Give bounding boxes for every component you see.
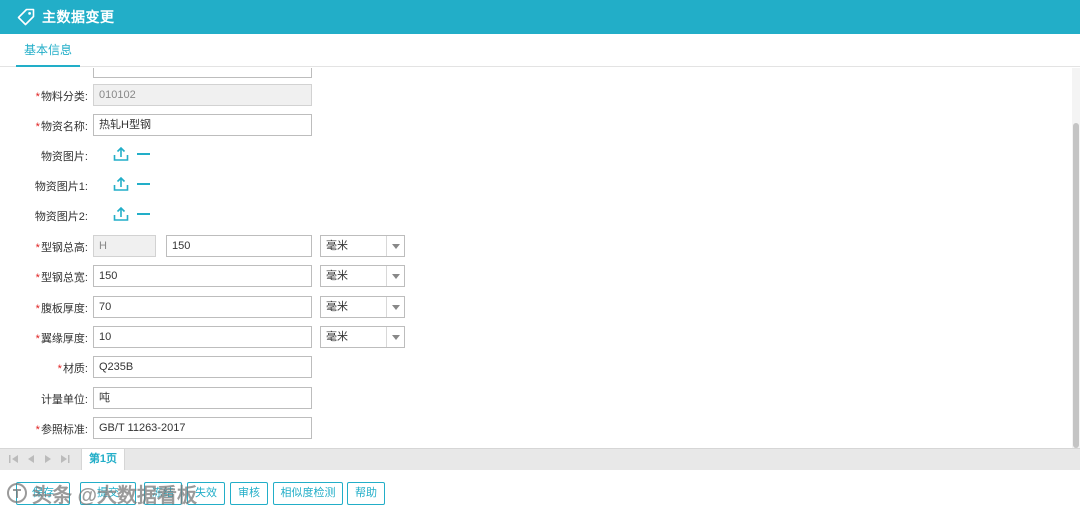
field-row-name: *物资名称: 热轧H型钢 <box>0 114 520 136</box>
required-mark: * <box>35 303 40 315</box>
required-mark: * <box>57 363 62 375</box>
reference-standard-field[interactable]: GB/T 11263-2017 <box>93 417 312 439</box>
unit-select-value: 毫米 <box>326 240 348 252</box>
unit-select-value: 毫米 <box>326 331 348 343</box>
scrolled-field[interactable] <box>93 68 312 78</box>
unit-select-value: 毫米 <box>326 301 348 313</box>
flange-thickness-field[interactable]: 10 <box>93 326 312 348</box>
last-page-icon[interactable] <box>59 453 71 465</box>
action-bar: 保存 提交 冻结 失效 审核 相似度检测 帮助 头条 @大数据看板 <box>0 470 1080 515</box>
field-row-image2: 物资图片2: <box>0 204 520 226</box>
field-row-web-thickness: *腹板厚度: 70 毫米 <box>0 296 520 318</box>
field-label: 腹板厚度: <box>40 303 88 315</box>
field-label: 翼缘厚度: <box>40 333 88 345</box>
measure-unit-field[interactable]: 吨 <box>93 387 312 409</box>
height-prefix-field: H <box>93 235 156 257</box>
next-page-icon[interactable] <box>42 453 54 465</box>
field-row-material-grade: *材质: Q235B <box>0 356 520 378</box>
field-label: 材质: <box>62 363 88 375</box>
field-row-total-height: *型钢总高: H 150 毫米 <box>0 235 520 257</box>
unit-select[interactable]: 毫米 <box>320 326 405 348</box>
unit-select[interactable]: 毫米 <box>320 235 405 257</box>
material-name-field[interactable]: 热轧H型钢 <box>93 114 312 136</box>
form-content: *物料分类: 010102 *物资名称: 热轧H型钢 物资图片: 物资图片1: … <box>0 68 1072 448</box>
help-button[interactable]: 帮助 <box>347 482 385 505</box>
tab-basic-info[interactable]: 基本信息 <box>16 34 81 67</box>
unit-select[interactable]: 毫米 <box>320 296 405 318</box>
field-label: 型钢总宽: <box>40 272 88 284</box>
remove-icon[interactable] <box>136 176 151 192</box>
field-label: 型钢总高: <box>40 242 88 254</box>
page-tab-1[interactable]: 第1页 <box>81 449 125 470</box>
unit-select-value: 毫米 <box>326 270 348 282</box>
page-title: 主数据变更 <box>42 9 115 25</box>
upload-icon[interactable] <box>113 176 129 192</box>
chevron-down-icon[interactable] <box>386 236 404 256</box>
required-mark: * <box>35 91 40 103</box>
field-row-flange-thickness: *翼缘厚度: 10 毫米 <box>0 326 520 348</box>
category-field: 010102 <box>93 84 312 106</box>
freeze-button[interactable]: 冻结 <box>144 482 182 505</box>
required-mark: * <box>35 272 40 284</box>
tag-icon <box>16 7 36 27</box>
chevron-down-icon[interactable] <box>386 297 404 317</box>
unit-select[interactable]: 毫米 <box>320 265 405 287</box>
invalidate-button[interactable]: 失效 <box>187 482 225 505</box>
remove-icon[interactable] <box>136 146 151 162</box>
field-row-category: *物料分类: 010102 <box>0 84 520 106</box>
field-label: 物料分类: <box>40 91 88 103</box>
total-height-field[interactable]: 150 <box>166 235 312 257</box>
material-grade-field[interactable]: Q235B <box>93 356 312 378</box>
chevron-down-icon[interactable] <box>386 327 404 347</box>
field-row-unit: 计量单位: 吨 <box>0 387 520 409</box>
chevron-down-icon[interactable] <box>386 266 404 286</box>
required-mark: * <box>35 121 40 133</box>
total-width-field[interactable]: 150 <box>93 265 312 287</box>
field-label: 物资图片1: <box>34 181 88 193</box>
required-mark: * <box>35 242 40 254</box>
remove-icon[interactable] <box>136 206 151 222</box>
first-page-icon[interactable] <box>8 453 20 465</box>
similarity-check-button[interactable]: 相似度检测 <box>273 482 343 505</box>
required-mark: * <box>35 333 40 345</box>
page-bar: 第1页 <box>0 448 1080 470</box>
vertical-scrollbar[interactable] <box>1072 68 1080 448</box>
upload-icon[interactable] <box>113 146 129 162</box>
field-row-image: 物资图片: <box>0 144 520 166</box>
save-button[interactable]: 保存 <box>16 482 70 505</box>
audit-button[interactable]: 审核 <box>230 482 268 505</box>
field-label: 计量单位: <box>40 394 88 406</box>
title-bar: 主数据变更 <box>0 0 1080 34</box>
scrollbar-thumb[interactable] <box>1073 123 1079 448</box>
submit-button[interactable]: 提交 <box>80 482 136 505</box>
field-row-total-width: *型钢总宽: 150 毫米 <box>0 265 520 287</box>
field-label: 物资图片2: <box>34 211 88 223</box>
field-label: 参照标准: <box>40 424 88 436</box>
field-label: 物资名称: <box>40 121 88 133</box>
field-row-image1: 物资图片1: <box>0 174 520 196</box>
prev-page-icon[interactable] <box>25 453 37 465</box>
web-thickness-field[interactable]: 70 <box>93 296 312 318</box>
field-row-standard: *参照标准: GB/T 11263-2017 <box>0 417 520 439</box>
required-mark: * <box>35 424 40 436</box>
tab-bar: 基本信息 <box>0 34 1080 67</box>
field-label: 物资图片: <box>40 151 88 163</box>
upload-icon[interactable] <box>113 206 129 222</box>
